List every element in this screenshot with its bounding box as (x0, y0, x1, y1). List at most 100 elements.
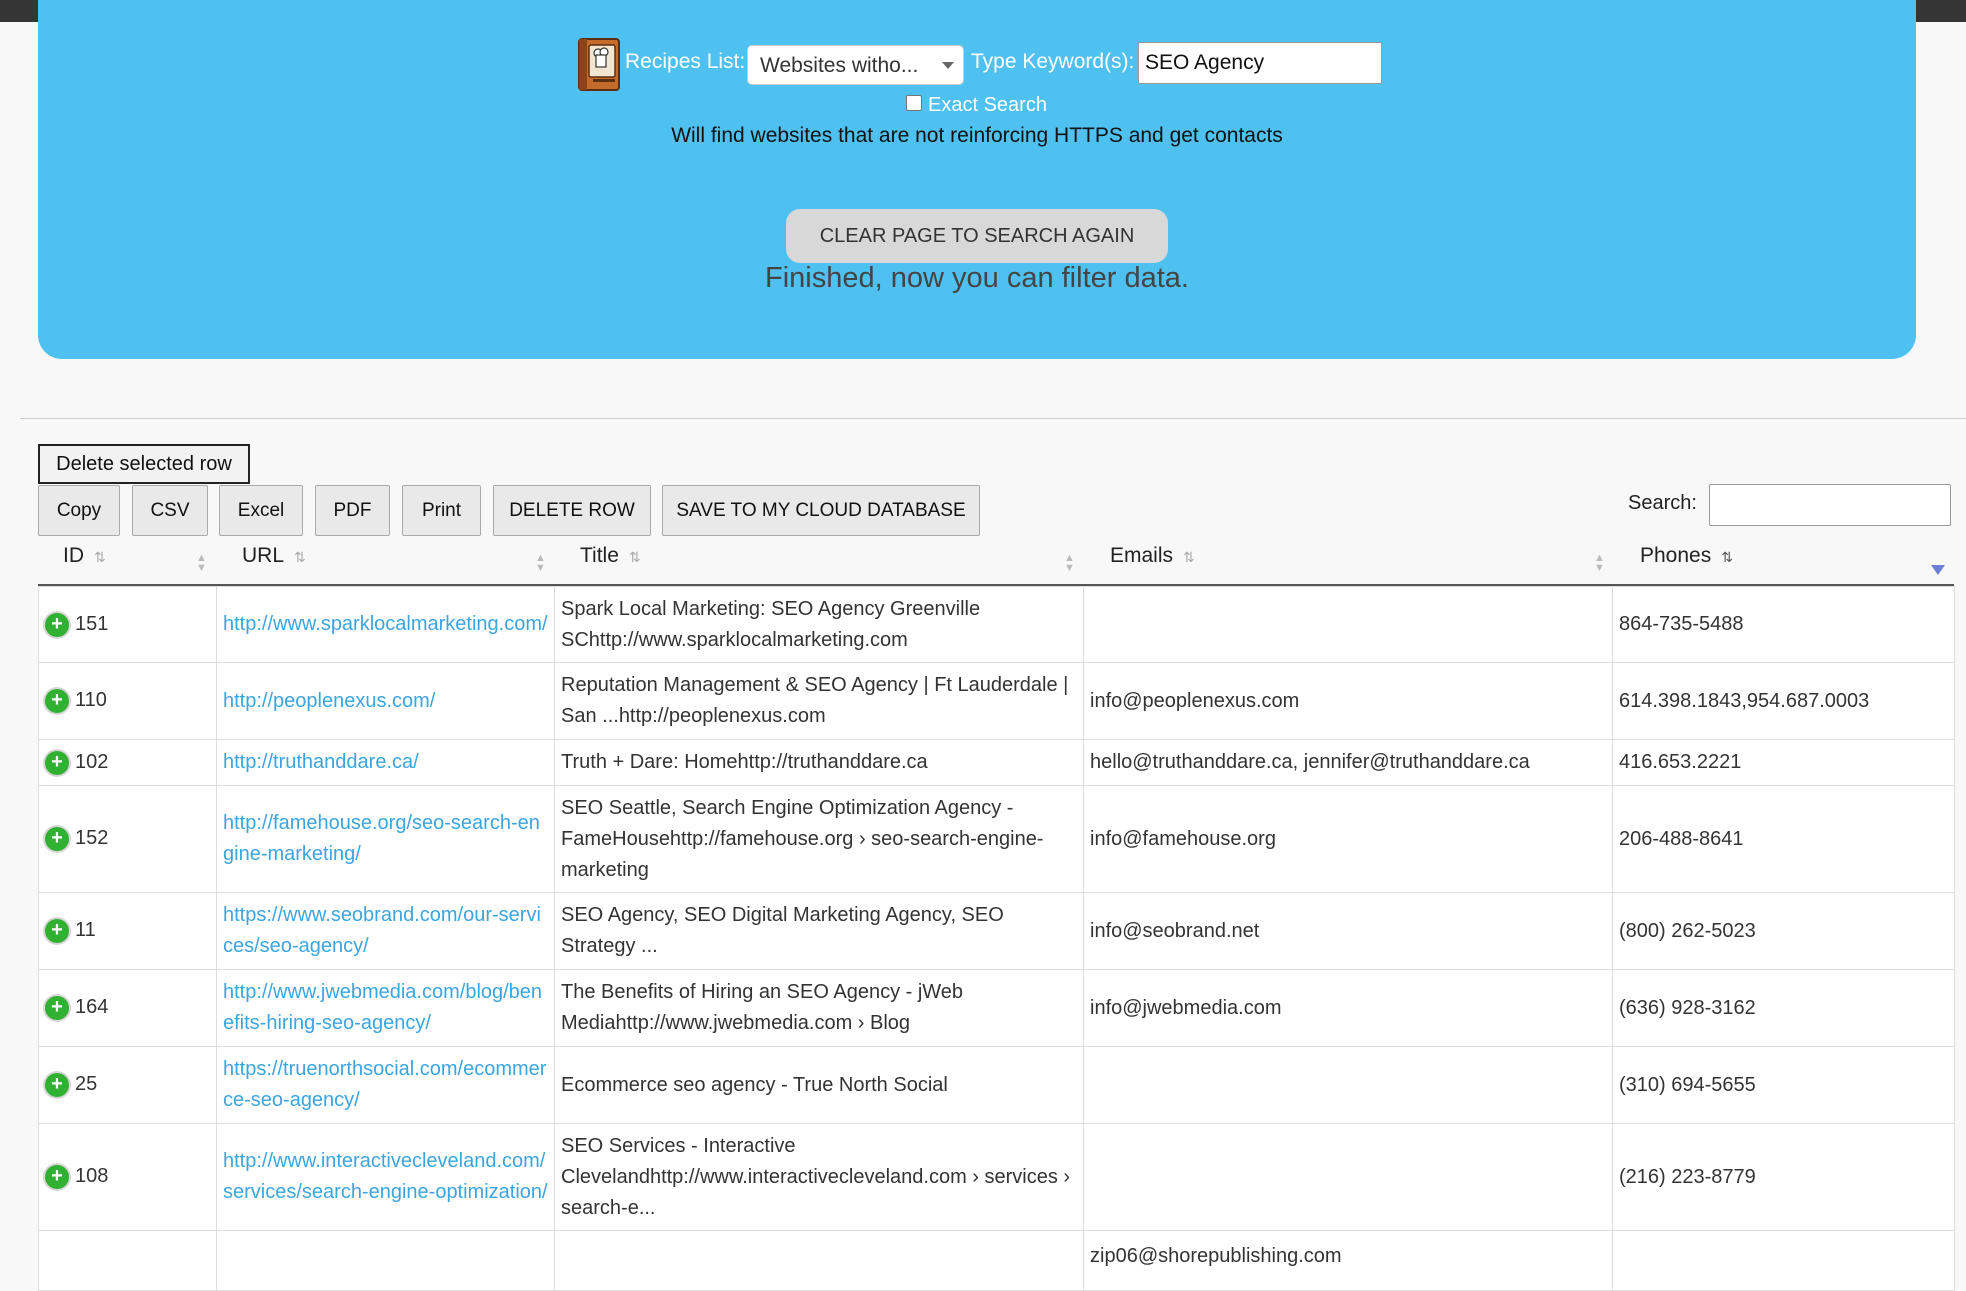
recipe-select[interactable]: Websites witho... (747, 45, 964, 85)
expand-row-icon[interactable]: + (45, 827, 69, 852)
recipe-select-value: Websites witho... (760, 54, 919, 77)
title-cell: SEO Seattle, Search Engine Optimization … (554, 785, 1084, 893)
id-cell: +152 (38, 785, 217, 893)
search-label: Search: (1628, 492, 1697, 514)
emails-cell: hello@truthanddare.ca, jennifer@truthand… (1083, 739, 1613, 786)
pdf-button[interactable]: PDF (315, 485, 390, 536)
column-header-url[interactable]: URL ⇅ (242, 544, 306, 584)
sort-icon: ⇅ (1183, 549, 1195, 565)
phones-cell: 416.653.2221 (1612, 739, 1955, 786)
emails-cell: info@jwebmedia.com (1083, 969, 1613, 1047)
expand-row-icon[interactable]: + (45, 689, 69, 714)
status-message: Finished, now you can filter data. (765, 262, 1189, 294)
id-cell (38, 1230, 217, 1291)
sort-arrows-icon[interactable]: ▲ ▼ (1594, 553, 1605, 574)
phones-cell (1612, 1230, 1955, 1291)
emails-cell (1083, 1123, 1613, 1231)
id-cell: +108 (38, 1123, 217, 1231)
url-link[interactable]: https://truenorthsocial.com/ecommerce-se… (216, 1046, 555, 1124)
table-row[interactable]: +164 http://www.jwebmedia.com/blog/benef… (38, 969, 1955, 1047)
title-cell: Ecommerce seo agency - True North Social (554, 1046, 1084, 1124)
url-link[interactable]: https://www.seobrand.com/our-services/se… (216, 892, 555, 970)
sort-icon: ⇅ (94, 549, 106, 565)
id-cell: +151 (38, 586, 217, 663)
excel-button[interactable]: Excel (219, 485, 303, 536)
phones-cell: (800) 262-5023 (1612, 892, 1955, 970)
table-row[interactable]: +152 http://famehouse.org/seo-search-eng… (38, 785, 1955, 893)
emails-cell: info@seobrand.net (1083, 892, 1613, 970)
save-to-cloud-button[interactable]: SAVE TO MY CLOUD DATABASE (662, 485, 980, 536)
exact-search-checkbox[interactable] (906, 95, 922, 111)
url-link[interactable]: http://www.interactivecleveland.com/serv… (216, 1123, 555, 1231)
sort-icon: ⇅ (294, 549, 306, 565)
expand-row-icon[interactable]: + (45, 1073, 69, 1098)
phones-cell: (636) 928-3162 (1612, 969, 1955, 1047)
clear-page-button[interactable]: CLEAR PAGE TO SEARCH AGAIN (786, 209, 1168, 263)
phones-cell: 864-735-5488 (1612, 586, 1955, 663)
delete-selected-row-button[interactable]: Delete selected row (38, 444, 250, 484)
sort-desc-icon: ⇅ (1721, 549, 1733, 565)
expand-row-icon[interactable]: + (45, 919, 69, 944)
print-button[interactable]: Print (402, 485, 481, 536)
recipe-description: Will find websites that are not reinforc… (671, 124, 1283, 147)
table-row[interactable]: +25 https://truenorthsocial.com/ecommerc… (38, 1046, 1955, 1124)
table-row[interactable]: zip06@shorepublishing.com (38, 1230, 1955, 1291)
title-cell: Reputation Management & SEO Agency | Ft … (554, 662, 1084, 740)
table-row[interactable]: +108 http://www.interactivecleveland.com… (38, 1123, 1955, 1231)
sort-icon: ⇅ (628, 549, 641, 565)
recipes-list-label: Recipes List: (625, 50, 746, 73)
results-table: +151 http://www.sparklocalmarketing.com/… (38, 586, 1955, 1291)
csv-button[interactable]: CSV (132, 485, 208, 536)
emails-cell (1083, 1046, 1613, 1124)
url-link[interactable]: http://famehouse.org/seo-search-engine-m… (216, 785, 555, 893)
emails-cell: info@peoplenexus.com (1083, 662, 1613, 740)
id-cell: +25 (38, 1046, 217, 1124)
url-link[interactable]: http://truthanddare.ca/ (216, 739, 555, 786)
keyword-input[interactable] (1138, 42, 1382, 84)
column-header-emails[interactable]: Emails ⇅ (1110, 544, 1195, 584)
url-link[interactable]: http://www.jwebmedia.com/blog/benefits-h… (216, 969, 555, 1047)
phones-cell: (216) 223-8779 (1612, 1123, 1955, 1231)
delete-row-button[interactable]: DELETE ROW (493, 485, 651, 536)
expand-row-icon[interactable]: + (45, 750, 69, 775)
title-cell: The Benefits of Hiring an SEO Agency - j… (554, 969, 1084, 1047)
url-link[interactable]: http://peoplenexus.com/ (216, 662, 555, 740)
emails-cell: zip06@shorepublishing.com (1083, 1230, 1613, 1291)
exact-search-label: Exact Search (928, 94, 1047, 116)
sort-arrows-icon[interactable]: ▲ ▼ (535, 553, 546, 574)
copy-button[interactable]: Copy (38, 485, 120, 536)
url-link[interactable]: http://www.sparklocalmarketing.com/ (216, 586, 555, 663)
table-row[interactable]: +102 http://truthanddare.ca/ Truth + Dar… (38, 739, 1955, 786)
table-row[interactable]: +110 http://peoplenexus.com/ Reputation … (38, 662, 1955, 740)
column-header-id[interactable]: ID ⇅ (63, 544, 106, 584)
phones-cell: 614.398.1843,954.687.0003 (1612, 662, 1955, 740)
url-link[interactable] (216, 1230, 555, 1291)
keyword-label: Type Keyword(s): (971, 50, 1135, 73)
expand-row-icon[interactable]: + (45, 612, 69, 637)
sort-arrows-icon[interactable]: ▲ ▼ (1064, 553, 1075, 574)
column-header-phones[interactable]: Phones ⇅ (1640, 544, 1733, 584)
sort-arrows-icon[interactable]: ▲ ▼ (196, 553, 207, 574)
expand-row-icon[interactable]: + (45, 1165, 69, 1190)
id-cell: +164 (38, 969, 217, 1047)
section-divider (20, 418, 1966, 419)
emails-cell: info@famehouse.org (1083, 785, 1613, 893)
expand-row-icon[interactable]: + (45, 996, 69, 1021)
phones-cell: (310) 694-5655 (1612, 1046, 1955, 1124)
id-cell: +11 (38, 892, 217, 970)
emails-cell (1083, 586, 1613, 663)
phones-cell: 206-488-8641 (1612, 785, 1955, 893)
id-cell: +102 (38, 739, 217, 786)
recipe-book-icon (578, 38, 620, 91)
table-row[interactable]: +151 http://www.sparklocalmarketing.com/… (38, 586, 1955, 663)
chevron-down-icon (942, 62, 954, 69)
title-cell: Truth + Dare: Homehttp://truthanddare.ca (554, 739, 1084, 786)
title-cell: Spark Local Marketing: SEO Agency Greenv… (554, 586, 1084, 663)
title-cell: SEO Services - Interactive Clevelandhttp… (554, 1123, 1084, 1231)
table-row[interactable]: +11 https://www.seobrand.com/our-service… (38, 892, 1955, 970)
filter-icon[interactable] (1931, 565, 1945, 575)
search-input[interactable] (1709, 484, 1951, 526)
column-header-title[interactable]: Title ⇅ (580, 544, 641, 584)
id-cell: +110 (38, 662, 217, 740)
title-cell (554, 1230, 1084, 1291)
